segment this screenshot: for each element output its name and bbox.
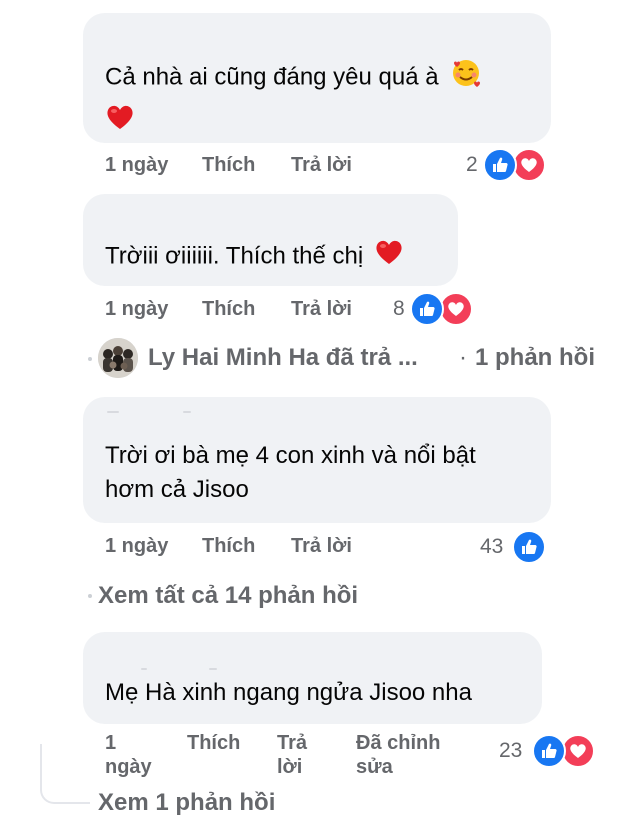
reply-button-1[interactable]: Trả lời [291, 153, 352, 177]
comment-bubble-4[interactable]: Mẹ Hà xinh ngang ngửa Jisoo nha [83, 632, 542, 724]
love-icon[interactable] [561, 734, 595, 768]
edited-label-line2: sửa [356, 756, 393, 778]
reply-button-2[interactable]: Trả lời [291, 297, 352, 321]
comment-bubble-3[interactable]: Trời ơi bà mẹ 4 con xinh và nổi bật hơm … [83, 397, 551, 523]
comment-bubble-2[interactable]: Trờiii ơiiiiii. Thích thế chị [83, 194, 458, 286]
reaction-count-4[interactable]: 23 [499, 739, 522, 763]
faded-name-mark [141, 668, 147, 670]
like-icon[interactable] [483, 148, 517, 182]
comment-time-3[interactable]: 1 ngày [105, 534, 168, 558]
love-icon[interactable] [512, 148, 546, 182]
like-button-4[interactable]: Thích [187, 731, 240, 755]
reply-button-4[interactable]: Trả lời [277, 731, 307, 779]
avatar[interactable] [98, 338, 138, 378]
edited-label-line1: Đã chỉnh [356, 732, 441, 754]
comment-bubble-1[interactable]: Cả nhà ai cũng đáng yêu quá à [83, 13, 551, 143]
like-icon[interactable] [512, 530, 546, 564]
reaction-count-1[interactable]: 2 [466, 153, 478, 177]
comment-time-4-line2: ngày [105, 756, 152, 778]
reply-button-3[interactable]: Trả lời [291, 534, 352, 558]
edited-label[interactable]: Đã chỉnh sửa [356, 731, 440, 779]
smiling-face-with-hearts-icon [451, 58, 481, 98]
comment-text-1: Cả nhà ai cũng đáng yêu quá à [105, 63, 439, 91]
reply-label-line2: lời [277, 756, 303, 778]
red-heart-icon [105, 102, 135, 132]
view-all-replies-link[interactable]: Xem tất cả 14 phản hồi [98, 581, 358, 611]
comment-text-4: Mẹ Hà xinh ngang ngửa Jisoo nha [105, 679, 472, 706]
red-heart-icon [374, 237, 404, 277]
thread-connector [40, 744, 90, 804]
love-icon[interactable] [439, 292, 473, 326]
reply-label-line1: Trả [277, 732, 308, 754]
comment-time-2[interactable]: 1 ngày [105, 297, 168, 321]
reply-summary-count[interactable]: 1 phản hồi [475, 343, 595, 373]
like-button-2[interactable]: Thích [202, 297, 255, 321]
comment-time-4-line1: 1 [105, 732, 117, 754]
reply-summary-author[interactable]: Ly Hai Minh Ha đã trả ... [148, 343, 418, 373]
comment-text-3-line1: Trời ơi bà mẹ 4 con xinh và nổi bật [105, 442, 476, 469]
reaction-count-3[interactable]: 43 [480, 535, 503, 559]
faded-name-mark [183, 411, 191, 413]
like-button-3[interactable]: Thích [202, 534, 255, 558]
thread-dot [88, 357, 92, 361]
like-icon[interactable] [410, 292, 444, 326]
reply-summary-separator: · [459, 344, 467, 371]
comment-time-4[interactable]: 1 ngày [105, 731, 152, 779]
reaction-count-2[interactable]: 8 [393, 297, 405, 321]
comment-text-2: Trờiii ơiiiiii. Thích thế chị [105, 242, 364, 270]
faded-name-mark [209, 668, 217, 670]
like-button-1[interactable]: Thích [202, 153, 255, 177]
comment-time-1[interactable]: 1 ngày [105, 153, 168, 177]
view-one-reply-link[interactable]: Xem 1 phản hồi [98, 788, 275, 818]
faded-name-mark [107, 411, 119, 413]
like-icon[interactable] [532, 734, 566, 768]
comment-text-3-line2: hơm cả Jisoo [105, 476, 249, 503]
thread-dot [88, 594, 92, 598]
